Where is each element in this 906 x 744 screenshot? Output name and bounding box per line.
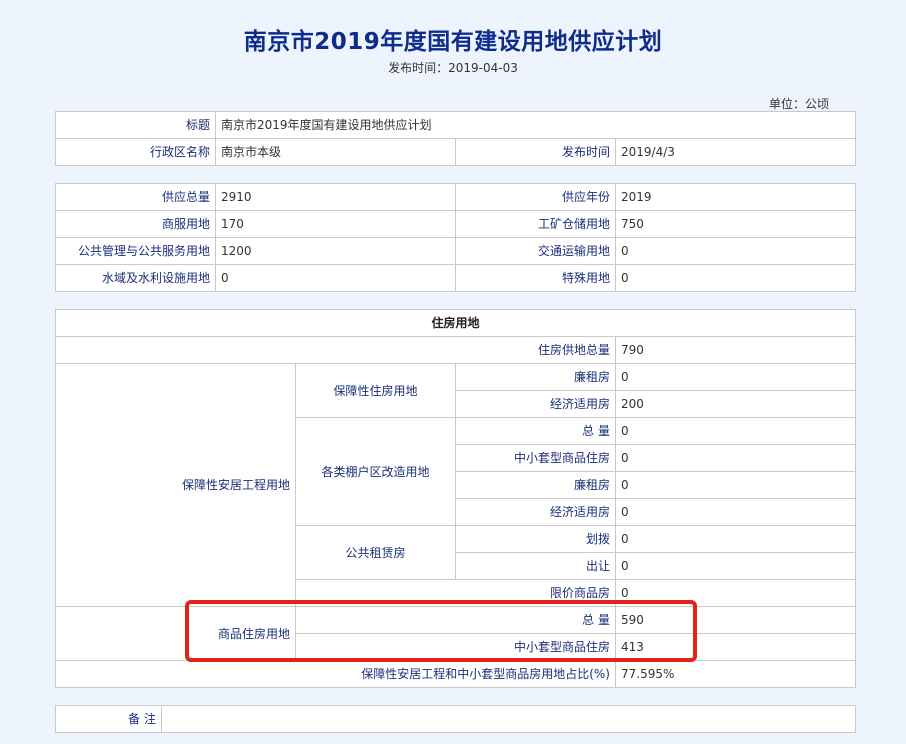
transport-land-label: 交通运输用地 xyxy=(455,237,616,265)
commercial-total-label: 总 量 xyxy=(295,606,616,634)
publish-time: 发布时间：2019-04-03 xyxy=(388,61,518,75)
shanty-low-rent-label: 廉租房 xyxy=(455,471,616,499)
housing-total-value: 790 xyxy=(614,336,857,364)
commercial-small-value: 413 xyxy=(614,633,857,661)
page-title: 南京市2019年度国有建设用地供应计划 xyxy=(243,29,663,55)
supply-year-value: 2019 xyxy=(615,183,856,211)
price-limited-value: 0 xyxy=(614,579,857,607)
region-label: 行政区名称 xyxy=(55,138,216,166)
affordable-project-label: 保障性安居工程用地 xyxy=(55,363,296,607)
shanty-small-label: 中小套型商品住房 xyxy=(455,444,616,472)
industrial-land-value: 750 xyxy=(615,210,856,238)
commercial-land-value: 170 xyxy=(215,210,456,238)
table-row: 水域及水利设施用地 0 特殊用地 0 xyxy=(55,264,856,292)
commercial-total-value: 590 xyxy=(614,606,857,634)
ratio-label: 保障性安居工程和中小套型商品房用地占比(%) xyxy=(55,660,616,688)
commercial-housing-label: 商品住房用地 xyxy=(55,606,296,661)
ratio-value: 77.595% xyxy=(614,660,857,688)
unit-label: 单位：公顷 xyxy=(768,97,829,111)
public-land-value: 1200 xyxy=(215,237,456,265)
table-row: 公共管理与公共服务用地 1200 交通运输用地 0 xyxy=(55,237,856,265)
housing-total-label: 住房供地总量 xyxy=(55,336,616,364)
commercial-land-label: 商服用地 xyxy=(55,210,216,238)
supply-table: 供应总量 2910 供应年份 2019 商服用地 170 工矿仓储用地 750 … xyxy=(55,183,856,292)
table-row: 标题 南京市2019年度国有建设用地供应计划 xyxy=(55,111,857,139)
remarks-table: 备 注 xyxy=(55,705,856,733)
supply-year-label: 供应年份 xyxy=(455,183,616,211)
shanty-label: 各类棚户区改造用地 xyxy=(295,417,456,526)
low-rent-value: 0 xyxy=(614,363,857,391)
special-land-label: 特殊用地 xyxy=(455,264,616,292)
shanty-economic-value: 0 xyxy=(614,498,857,526)
special-land-value: 0 xyxy=(615,264,856,292)
table-row: 商服用地 170 工矿仓储用地 750 xyxy=(55,210,856,238)
water-land-label: 水域及水利设施用地 xyxy=(55,264,216,292)
title-value: 南京市2019年度国有建设用地供应计划 xyxy=(214,111,857,139)
water-land-value: 0 xyxy=(215,264,456,292)
shanty-low-rent-value: 0 xyxy=(614,471,857,499)
industrial-land-label: 工矿仓储用地 xyxy=(455,210,616,238)
table-row: 行政区名称 南京市本级 发布时间 2019/4/3 xyxy=(55,138,857,166)
date-label: 发布时间 xyxy=(455,138,616,166)
low-rent-label: 廉租房 xyxy=(455,363,616,391)
allocation-label: 划拨 xyxy=(455,525,616,553)
commercial-small-label: 中小套型商品住房 xyxy=(295,633,616,661)
supply-total-value: 2910 xyxy=(215,183,456,211)
public-rental-label: 公共租赁房 xyxy=(295,525,456,580)
region-value: 南京市本级 xyxy=(215,138,456,166)
table-row: 供应总量 2910 供应年份 2019 xyxy=(55,183,856,211)
shanty-small-value: 0 xyxy=(614,444,857,472)
economic-value: 200 xyxy=(614,390,857,418)
economic-label: 经济适用房 xyxy=(455,390,616,418)
affordable-housing-label: 保障性住房用地 xyxy=(295,363,456,418)
price-limited-label: 限价商品房 xyxy=(295,579,616,607)
table-row: 住房用地 xyxy=(54,309,857,337)
transfer-label: 出让 xyxy=(455,552,616,580)
allocation-value: 0 xyxy=(614,525,857,553)
transport-land-value: 0 xyxy=(615,237,856,265)
housing-table: 住房用地 住房供地总量 790 保障性安居工程用地 保障性住房用地 廉租房 0 … xyxy=(54,309,857,688)
public-land-label: 公共管理与公共服务用地 xyxy=(55,237,216,265)
table-row: 商品住房用地 总 量 590 xyxy=(55,606,857,661)
table-row: 备 注 xyxy=(55,705,856,733)
table-row: 保障性安居工程用地 保障性住房用地 廉租房 0 xyxy=(55,363,857,607)
table-row: 保障性安居工程和中小套型商品房用地占比(%) 77.595% xyxy=(55,660,857,688)
housing-header: 住房用地 xyxy=(54,309,857,337)
shanty-economic-label: 经济适用房 xyxy=(455,498,616,526)
transfer-value: 0 xyxy=(614,552,857,580)
table-row: 住房供地总量 790 xyxy=(55,336,857,364)
info-table: 标题 南京市2019年度国有建设用地供应计划 行政区名称 南京市本级 发布时间 … xyxy=(55,111,857,166)
remarks-label: 备 注 xyxy=(55,705,162,733)
supply-total-label: 供应总量 xyxy=(55,183,216,211)
date-value: 2019/4/3 xyxy=(614,138,857,166)
title-label: 标题 xyxy=(55,111,216,139)
shanty-total-value: 0 xyxy=(614,417,857,445)
shanty-total-label: 总 量 xyxy=(455,417,616,445)
remarks-value xyxy=(161,705,856,733)
